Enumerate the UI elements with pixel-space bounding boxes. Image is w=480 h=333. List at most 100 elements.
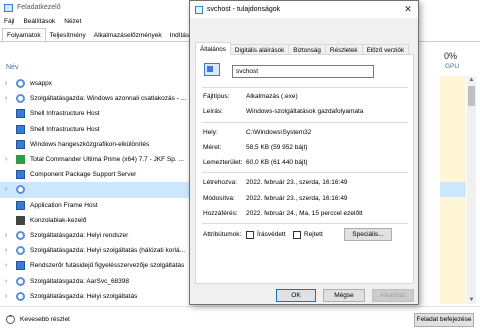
task-manager-title: Feladatkezelő bbox=[17, 4, 61, 11]
dialog-title-icon bbox=[195, 5, 203, 14]
window-icon bbox=[16, 109, 25, 119]
gpu-total-percent: 0% bbox=[444, 51, 458, 61]
tab-general[interactable]: Általános bbox=[195, 42, 231, 55]
apply-button[interactable]: Alkalmaz bbox=[372, 289, 414, 302]
gear-icon bbox=[16, 246, 25, 256]
window-icon bbox=[16, 139, 25, 149]
fewer-details-label: Kevesebb részlet bbox=[20, 316, 70, 323]
process-row[interactable]: › Szolgáltatásgazda: Windows azonnali csa… bbox=[0, 91, 195, 106]
chevron-right-icon[interactable]: › bbox=[0, 293, 12, 300]
process-name: Shell Infrastructure Host bbox=[30, 110, 100, 118]
location-label: Hely: bbox=[203, 129, 218, 136]
process-row[interactable]: › Szolgáltatásgazda: AarSvc_68398 bbox=[0, 273, 195, 288]
process-name: Szolgáltatásgazda: Helyi szolgáltatás (h… bbox=[30, 247, 185, 255]
task-manager-tabs: Folyamatok Teljesítmény Alkalmazáselőzmé… bbox=[0, 28, 193, 42]
gear-icon bbox=[16, 94, 25, 104]
chevron-right-icon[interactable]: › bbox=[0, 278, 12, 285]
description-label: Leírás: bbox=[203, 108, 223, 115]
divider bbox=[202, 122, 408, 123]
readonly-label: Írásvédett bbox=[257, 231, 286, 238]
file-name-field[interactable]: svchost bbox=[232, 65, 374, 78]
window-icon bbox=[16, 124, 25, 134]
process-row[interactable]: Shell Infrastructure Host bbox=[0, 122, 195, 137]
menu-bar: Fájl Beállítások Nézet bbox=[0, 15, 81, 27]
process-row[interactable]: Shell Infrastructure Host bbox=[0, 106, 195, 121]
window-icon bbox=[16, 200, 25, 210]
process-name: Shell Infrastructure Host bbox=[30, 125, 100, 133]
tab-processes[interactable]: Folyamatok bbox=[2, 28, 46, 42]
process-row[interactable]: › Total Commander Ultima Prime (x64) 7.7 … bbox=[0, 152, 195, 167]
hidden-label: Rejtett bbox=[304, 231, 323, 238]
process-row[interactable]: › bbox=[0, 182, 195, 198]
divider bbox=[202, 87, 408, 88]
scroll-down-icon[interactable]: ▼ bbox=[467, 296, 476, 304]
scroll-thumb[interactable] bbox=[468, 86, 475, 106]
disk-size-value: 60,0 KB (61 440 bájt) bbox=[246, 159, 308, 166]
general-panel: svchost Fájltípus: Alkalmazás (.exe) Leí… bbox=[195, 54, 414, 284]
properties-dialog: svchost - tulajdonságok ✕ Általános Digi… bbox=[189, 0, 419, 305]
window-icon bbox=[16, 170, 25, 180]
process-name: Component Package Support Server bbox=[30, 171, 137, 179]
gear-icon bbox=[16, 291, 25, 301]
end-task-button[interactable]: Feladat befejezése bbox=[414, 313, 474, 327]
file-icon bbox=[204, 63, 220, 76]
menu-view[interactable]: Nézet bbox=[64, 18, 81, 25]
size-value: 58,5 KB (59 952 bájt) bbox=[246, 144, 308, 151]
close-icon[interactable]: ✕ bbox=[402, 3, 414, 15]
process-name: Konzolablak-kezelő bbox=[30, 216, 87, 224]
divider bbox=[202, 172, 408, 173]
gear-icon bbox=[16, 79, 25, 89]
created-value: 2022. február 23., szerda, 16:16:49 bbox=[246, 179, 348, 186]
process-row[interactable]: › Szolgáltatásgazda: Helyi szolgáltatás bbox=[0, 289, 195, 304]
chevron-right-icon[interactable]: › bbox=[0, 247, 12, 254]
chevron-up-icon: ⌃ bbox=[6, 315, 15, 324]
process-name: Szolgáltatásgazda: AarSvc_68398 bbox=[30, 277, 130, 285]
file-type-label: Fájltípus: bbox=[203, 93, 230, 100]
file-type-value: Alkalmazás (.exe) bbox=[246, 93, 298, 100]
cancel-button[interactable]: Mégse bbox=[323, 289, 365, 302]
app-icon bbox=[16, 155, 25, 165]
chevron-right-icon[interactable]: › bbox=[0, 232, 12, 239]
process-name: Application Frame Host bbox=[30, 201, 98, 209]
process-row[interactable]: Konzolablak-kezelő bbox=[0, 213, 195, 228]
modified-value: 2022. február 23., szerda, 16:16:49 bbox=[246, 195, 348, 202]
task-manager-footer: ⌃ Kevesebb részlet Feladat befejezése bbox=[0, 306, 480, 333]
process-row[interactable]: › wsappx bbox=[0, 76, 195, 91]
accessed-value: 2022. február 24., Ma, 15 perccel ezelőt… bbox=[246, 210, 363, 217]
disk-size-label: Lemezterület: bbox=[203, 159, 243, 166]
fewer-details-link[interactable]: ⌃ Kevesebb részlet bbox=[6, 315, 70, 324]
size-label: Méret: bbox=[203, 144, 222, 151]
attributes-label: Attribútumok: bbox=[203, 231, 242, 238]
chevron-right-icon[interactable]: › bbox=[0, 186, 12, 193]
menu-file[interactable]: Fájl bbox=[4, 18, 14, 25]
process-name: Total Commander Ultima Prime (x64) 7.7 -… bbox=[30, 156, 184, 164]
modified-label: Módosítva: bbox=[203, 195, 235, 202]
process-row[interactable]: Application Frame Host bbox=[0, 198, 195, 213]
hidden-checkbox[interactable] bbox=[293, 231, 301, 239]
description-value: Windows-szolgáltatások gazdafolyamata bbox=[246, 108, 364, 115]
process-list: › wsappx › Szolgáltatásgazda: Windows azonn… bbox=[0, 76, 195, 304]
gpu-selected-cell bbox=[440, 182, 466, 197]
process-row[interactable]: Component Package Support Server bbox=[0, 167, 195, 182]
process-row[interactable]: › Szolgáltatásgazda: Helyi rendszer bbox=[0, 228, 195, 243]
advanced-button[interactable]: Speciális... bbox=[344, 228, 392, 241]
process-name: Szolgáltatásgazda: Helyi szolgáltatás bbox=[30, 292, 138, 300]
gear-icon bbox=[16, 230, 25, 240]
chevron-right-icon[interactable]: › bbox=[0, 156, 12, 163]
chevron-right-icon[interactable]: › bbox=[0, 80, 12, 87]
vertical-scrollbar[interactable]: ▲ ▼ bbox=[467, 76, 476, 304]
scroll-up-icon[interactable]: ▲ bbox=[467, 76, 476, 84]
accessed-label: Hozzáférés: bbox=[203, 210, 238, 217]
window-icon bbox=[16, 261, 25, 271]
process-row[interactable]: Windows hangeszközgrafikon-elkülönítés bbox=[0, 137, 195, 152]
column-header-name[interactable]: Név bbox=[6, 64, 18, 71]
readonly-checkbox[interactable] bbox=[246, 231, 254, 239]
menu-settings[interactable]: Beállítások bbox=[23, 18, 55, 25]
chevron-right-icon[interactable]: › bbox=[0, 95, 12, 102]
process-row[interactable]: › Rendszerőr futásidejű figyelésszervezőj… bbox=[0, 258, 195, 273]
chevron-right-icon[interactable]: › bbox=[0, 262, 12, 269]
dialog-title: svchost - tulajdonságok bbox=[207, 6, 281, 13]
column-header-gpu[interactable]: GPU bbox=[445, 63, 459, 70]
ok-button[interactable]: OK bbox=[276, 289, 316, 302]
process-row[interactable]: › Szolgáltatásgazda: Helyi szolgáltatás (… bbox=[0, 243, 195, 258]
